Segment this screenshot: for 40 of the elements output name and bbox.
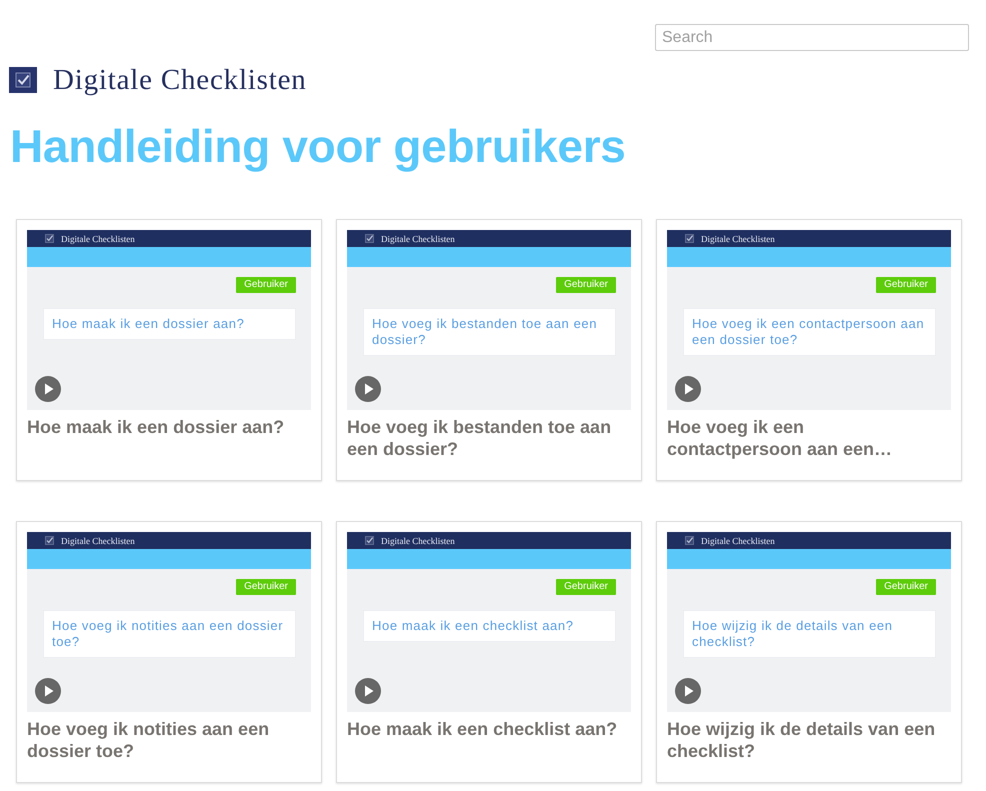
video-title[interactable]: Hoe wijzig ik de details van een checklist? (667, 718, 939, 762)
play-icon[interactable] (35, 678, 61, 704)
role-badge: Gebruiker (876, 579, 936, 595)
play-icon[interactable] (355, 376, 381, 402)
video-title[interactable]: Hoe maak ik een dossier aan? (27, 416, 299, 438)
video-title[interactable]: Hoe voeg ik notities aan een dossier toe? (27, 718, 299, 762)
role-badge: Gebruiker (236, 579, 296, 595)
checkbox-logo-icon[interactable] (9, 67, 37, 93)
app-title: Digitale Checklisten (701, 536, 775, 546)
page-heading: Handleiding voor gebruikers (10, 119, 627, 174)
role-badge: Gebruiker (236, 277, 296, 293)
video-title[interactable]: Hoe voeg ik bestanden toe aan een dossier? (347, 416, 619, 460)
checkbox-icon (45, 536, 54, 545)
checkbox-icon (45, 234, 54, 243)
site-title[interactable]: Digitale Checklisten (53, 66, 307, 94)
role-badge: Gebruiker (876, 277, 936, 293)
play-icon[interactable] (675, 678, 701, 704)
question-panel: Hoe maak ik een checklist aan? (363, 610, 616, 642)
app-title: Digitale Checklisten (61, 536, 135, 546)
checkbox-icon (685, 234, 694, 243)
app-title: Digitale Checklisten (381, 536, 455, 546)
checkbox-icon (365, 536, 374, 545)
video-title[interactable]: Hoe voeg ik een contactpersoon aan een… (667, 416, 939, 460)
app-title: Digitale Checklisten (701, 234, 775, 244)
role-badge: Gebruiker (556, 579, 616, 595)
video-title[interactable]: Hoe maak ik een checklist aan? (347, 718, 619, 740)
role-badge: Gebruiker (556, 277, 616, 293)
app-title: Digitale Checklisten (61, 234, 135, 244)
question-panel: Hoe voeg ik een contactpersoon aan een dossier toe? (683, 308, 936, 356)
checkbox-icon (685, 536, 694, 545)
checkbox-icon (365, 234, 374, 243)
question-panel: Hoe voeg ik notities aan een dossier toe? (43, 610, 296, 658)
play-icon[interactable] (35, 376, 61, 402)
search-field[interactable]: Search (655, 24, 969, 51)
play-icon[interactable] (355, 678, 381, 704)
question-panel: Hoe maak ik een dossier aan? (43, 308, 296, 340)
question-panel: Hoe wijzig ik de details van een checklist? (683, 610, 936, 658)
app-title: Digitale Checklisten (381, 234, 455, 244)
play-icon[interactable] (675, 376, 701, 402)
question-panel: Hoe voeg ik bestanden toe aan een dossier? (363, 308, 616, 356)
